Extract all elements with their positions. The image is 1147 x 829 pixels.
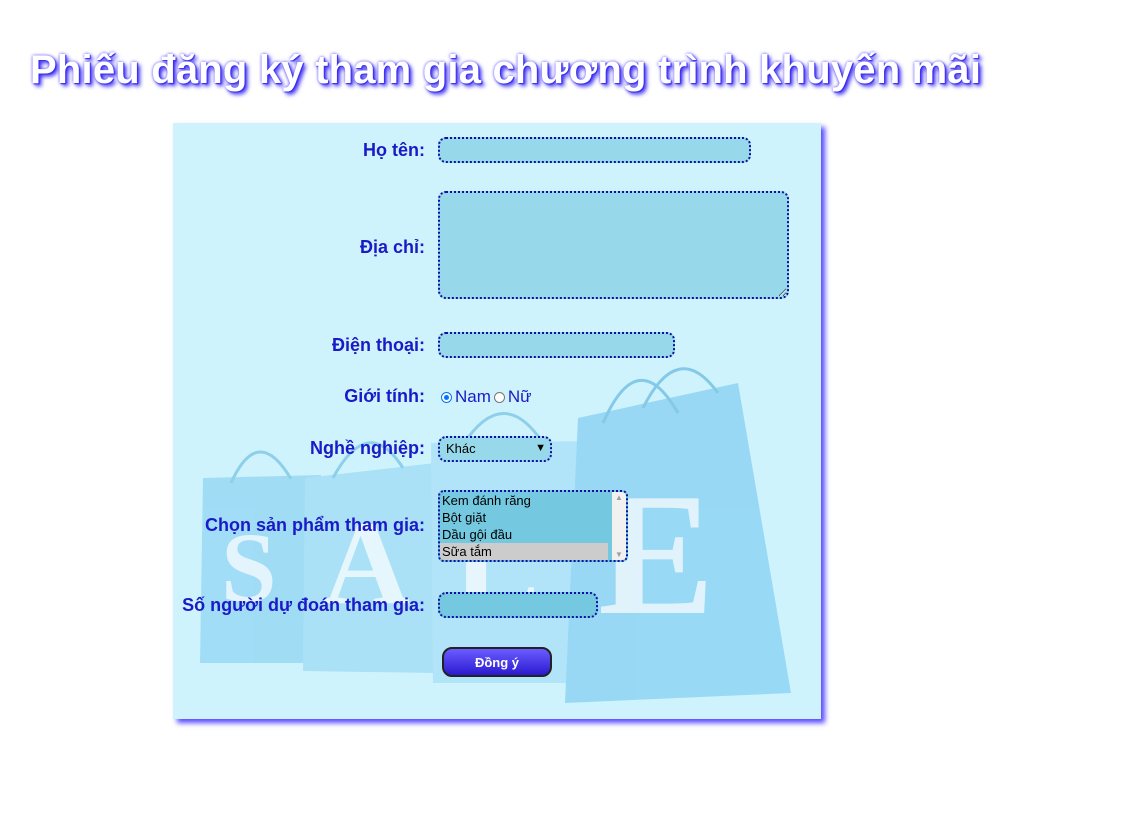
list-item[interactable]: Kem đánh răng bbox=[440, 492, 608, 509]
registration-form: S A L E Họ tên: Địa chỉ: Điện thoại: Giớ… bbox=[173, 123, 821, 719]
gender-option-nu-label: Nữ bbox=[507, 387, 532, 406]
name-label: Họ tên: bbox=[363, 140, 425, 160]
list-item[interactable]: Bột giặt bbox=[440, 509, 608, 526]
name-input[interactable] bbox=[438, 137, 751, 163]
scroll-down-icon[interactable]: ▼ bbox=[615, 550, 623, 559]
page-title: Phiếu đăng ký tham gia chương trình khuy… bbox=[30, 48, 982, 92]
guess-label: Số người dự đoán tham gia: bbox=[182, 595, 425, 615]
address-label: Địa chỉ: bbox=[359, 237, 425, 257]
listbox-scrollbar[interactable]: ▲ ▼ bbox=[612, 492, 626, 560]
job-selected-value: Khác bbox=[446, 441, 476, 456]
scroll-up-icon[interactable]: ▲ bbox=[615, 493, 623, 502]
job-label: Nghề nghiệp: bbox=[310, 438, 425, 458]
chevron-down-icon: ▼ bbox=[535, 442, 546, 454]
submit-button[interactable]: Đồng ý bbox=[442, 647, 552, 677]
phone-input[interactable] bbox=[438, 332, 675, 358]
gender-radio-nu[interactable] bbox=[493, 391, 505, 403]
gender-label: Giới tính: bbox=[344, 386, 425, 406]
guess-input[interactable] bbox=[438, 592, 598, 618]
gender-radio-nam[interactable] bbox=[441, 391, 452, 403]
list-item[interactable]: Dầu gội đầu bbox=[440, 526, 608, 543]
list-item[interactable]: Sữa tắm bbox=[440, 543, 608, 560]
phone-label: Điện thoại: bbox=[332, 335, 425, 355]
gender-option-nam-label: Nam bbox=[455, 387, 491, 406]
gender-radio-group: Nam Nữ bbox=[441, 387, 535, 407]
address-textarea[interactable] bbox=[438, 191, 789, 299]
products-label: Chọn sản phẩm tham gia: bbox=[204, 515, 425, 535]
job-select[interactable]: Khác ▼ bbox=[438, 436, 552, 462]
products-listbox[interactable]: Kem đánh răng Bột giặt Dầu gội đầu Sữa t… bbox=[438, 490, 628, 562]
